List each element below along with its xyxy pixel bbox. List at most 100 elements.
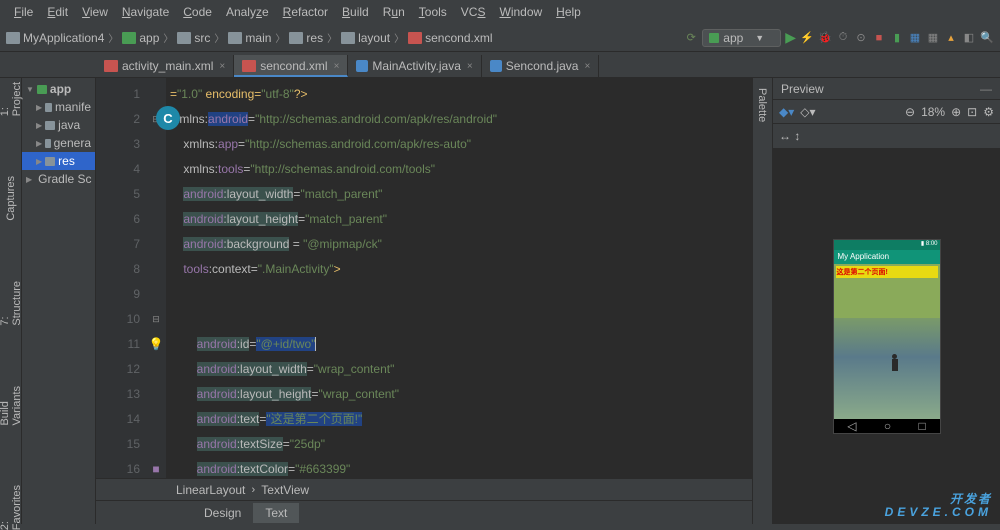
preview-toolbar: ◆▾ ◇▾ ⊖ 18% ⊕ ⊡ ⚙ bbox=[773, 100, 1000, 124]
tree-item[interactable]: ▶Gradle Sc bbox=[22, 170, 95, 188]
zoom-out-icon[interactable]: ⊖ bbox=[905, 105, 915, 119]
breadcrumb-node[interactable]: LinearLayout bbox=[176, 483, 245, 497]
chevron-right-icon: 〉 bbox=[327, 30, 337, 45]
java-icon bbox=[356, 60, 368, 72]
tab-main-activity[interactable]: MainActivity.java× bbox=[348, 55, 481, 77]
hide-icon[interactable]: — bbox=[980, 82, 992, 96]
stop-button[interactable]: ■ bbox=[872, 31, 886, 45]
folder-icon bbox=[228, 32, 242, 44]
tool-favorites[interactable]: 2: Favorites bbox=[0, 485, 23, 530]
tree-item[interactable]: ▶java bbox=[22, 116, 95, 134]
color-swatch-icon[interactable]: ■ bbox=[146, 457, 166, 478]
tab-sencond-xml[interactable]: sencond.xml× bbox=[234, 55, 348, 77]
folder-icon bbox=[45, 139, 50, 148]
folder-icon bbox=[45, 103, 52, 112]
class-icon: C bbox=[156, 106, 180, 130]
chevron-right-icon: 〉 bbox=[163, 30, 173, 45]
sync-icon[interactable]: ⟳ bbox=[684, 31, 698, 45]
toolbar-icon[interactable]: ▴ bbox=[944, 31, 958, 45]
left-tool-strip: 1: Project Captures 7: Structure Build V… bbox=[0, 78, 22, 524]
project-icon bbox=[6, 32, 20, 44]
toolbar-icon[interactable]: ◧ bbox=[962, 31, 976, 45]
menu-navigate[interactable]: Navigate bbox=[116, 3, 175, 21]
folder-icon bbox=[45, 157, 55, 166]
search-icon[interactable]: 🔍 bbox=[980, 31, 994, 45]
debug-button[interactable]: 🐞 bbox=[818, 31, 832, 45]
apply-changes-icon[interactable]: ⚡ bbox=[800, 31, 814, 45]
design-text-tabs: Design Text bbox=[96, 500, 752, 524]
tool-captures[interactable]: Captures bbox=[5, 176, 17, 221]
status-bar: ▮ 8:00 bbox=[834, 240, 940, 250]
tool-palette[interactable]: Palette bbox=[756, 88, 768, 122]
breadcrumb-module[interactable]: app bbox=[122, 31, 159, 45]
xml-icon bbox=[104, 60, 118, 72]
module-icon bbox=[37, 85, 47, 94]
run-button[interactable]: ▶ bbox=[785, 29, 796, 46]
folder-icon bbox=[341, 32, 355, 44]
sdk-manager-icon[interactable]: ▦ bbox=[908, 31, 922, 45]
breadcrumb-folder[interactable]: layout bbox=[341, 31, 390, 45]
preview-text: 这是第二个页面! bbox=[836, 266, 938, 278]
close-icon[interactable]: × bbox=[584, 61, 590, 72]
menu-build[interactable]: Build bbox=[336, 3, 375, 21]
menu-refactor[interactable]: Refactor bbox=[277, 3, 334, 21]
menu-code[interactable]: Code bbox=[177, 3, 218, 21]
orientation-icon[interactable]: ◇▾ bbox=[800, 105, 815, 119]
menu-view[interactable]: View bbox=[76, 3, 114, 21]
menu-help[interactable]: Help bbox=[550, 3, 587, 21]
xml-breadcrumb: LinearLayout › TextView bbox=[96, 478, 752, 500]
menu-run[interactable]: Run bbox=[377, 3, 411, 21]
menu-file[interactable]: File bbox=[8, 3, 39, 21]
profile-button[interactable]: ⏱ bbox=[836, 31, 850, 45]
attach-debugger-icon[interactable]: ⊙ bbox=[854, 31, 868, 45]
xml-icon bbox=[242, 60, 256, 72]
close-icon[interactable]: × bbox=[219, 61, 225, 72]
tab-activity-main[interactable]: activity_main.xml× bbox=[96, 55, 234, 77]
text-tab[interactable]: Text bbox=[253, 503, 299, 523]
design-tab[interactable]: Design bbox=[192, 503, 253, 523]
tool-build-variants[interactable]: Build Variants bbox=[0, 386, 23, 426]
tree-item-selected[interactable]: ▶res bbox=[22, 152, 95, 170]
run-config-select[interactable]: app▼ bbox=[702, 29, 781, 47]
settings-icon[interactable]: ⚙ bbox=[983, 105, 994, 119]
preview-surface[interactable]: ▮ 8:00 My Application 这是第二个页面! ◁○□ bbox=[773, 148, 1000, 524]
folder-icon bbox=[177, 32, 191, 44]
java-icon bbox=[490, 60, 502, 72]
editor-pane: 12345678910111213141516 ⊟ ⊟💡 ■ ="1.0" en… bbox=[96, 78, 752, 524]
preview-pane: Preview— ◆▾ ◇▾ ⊖ 18% ⊕ ⊡ ⚙ ↔ ↕ ▮ 8:00 My… bbox=[772, 78, 1000, 524]
pan-icon[interactable]: ↔ ↕ bbox=[779, 129, 800, 143]
breadcrumb-folder[interactable]: res bbox=[289, 31, 323, 45]
close-icon[interactable]: × bbox=[467, 61, 473, 72]
lightbulb-icon[interactable]: 💡 bbox=[146, 332, 166, 357]
menu-edit[interactable]: Edit bbox=[41, 3, 74, 21]
tool-structure[interactable]: 7: Structure bbox=[0, 281, 23, 326]
preview-toolbar-2: ↔ ↕ bbox=[773, 124, 1000, 148]
menu-analyze[interactable]: Analyze bbox=[220, 3, 275, 21]
breadcrumb-project[interactable]: MyApplication4 bbox=[6, 31, 104, 45]
tree-item[interactable]: ▶genera bbox=[22, 134, 95, 152]
menu-tools[interactable]: Tools bbox=[413, 3, 453, 21]
breadcrumb-folder[interactable]: src bbox=[177, 31, 210, 45]
surface-select-icon[interactable]: ◆▾ bbox=[779, 105, 794, 119]
breadcrumb-folder[interactable]: main bbox=[228, 31, 271, 45]
gutter-icons: ⊟ ⊟💡 ■ bbox=[146, 78, 166, 478]
nav-bar: ◁○□ bbox=[834, 419, 940, 433]
app-icon bbox=[709, 33, 719, 43]
menu-vcs[interactable]: VCS bbox=[455, 3, 492, 21]
fold-icon[interactable]: ⊟ bbox=[146, 307, 166, 332]
layout-inspector-icon[interactable]: ▦ bbox=[926, 31, 940, 45]
code-editor[interactable]: ="1.0" encoding="utf-8"?> xmlns:android=… bbox=[166, 78, 752, 478]
editor-tabs: activity_main.xml× sencond.xml× MainActi… bbox=[0, 52, 1000, 78]
tool-project[interactable]: 1: Project bbox=[0, 82, 23, 116]
breadcrumb-file[interactable]: sencond.xml bbox=[408, 31, 492, 45]
avd-manager-icon[interactable]: ▮ bbox=[890, 31, 904, 45]
zoom-fit-icon[interactable]: ⊡ bbox=[967, 105, 977, 119]
project-tree: ▼app ▶manife ▶java ▶genera ▶res ▶Gradle … bbox=[22, 78, 96, 524]
tree-item[interactable]: ▶manife bbox=[22, 98, 95, 116]
zoom-in-icon[interactable]: ⊕ bbox=[951, 105, 961, 119]
menu-window[interactable]: Window bbox=[493, 3, 548, 21]
close-icon[interactable]: × bbox=[334, 61, 340, 72]
tab-sencond-java[interactable]: Sencond.java× bbox=[482, 55, 600, 77]
breadcrumb-node[interactable]: TextView bbox=[261, 483, 309, 497]
tree-root[interactable]: ▼app bbox=[22, 80, 95, 98]
